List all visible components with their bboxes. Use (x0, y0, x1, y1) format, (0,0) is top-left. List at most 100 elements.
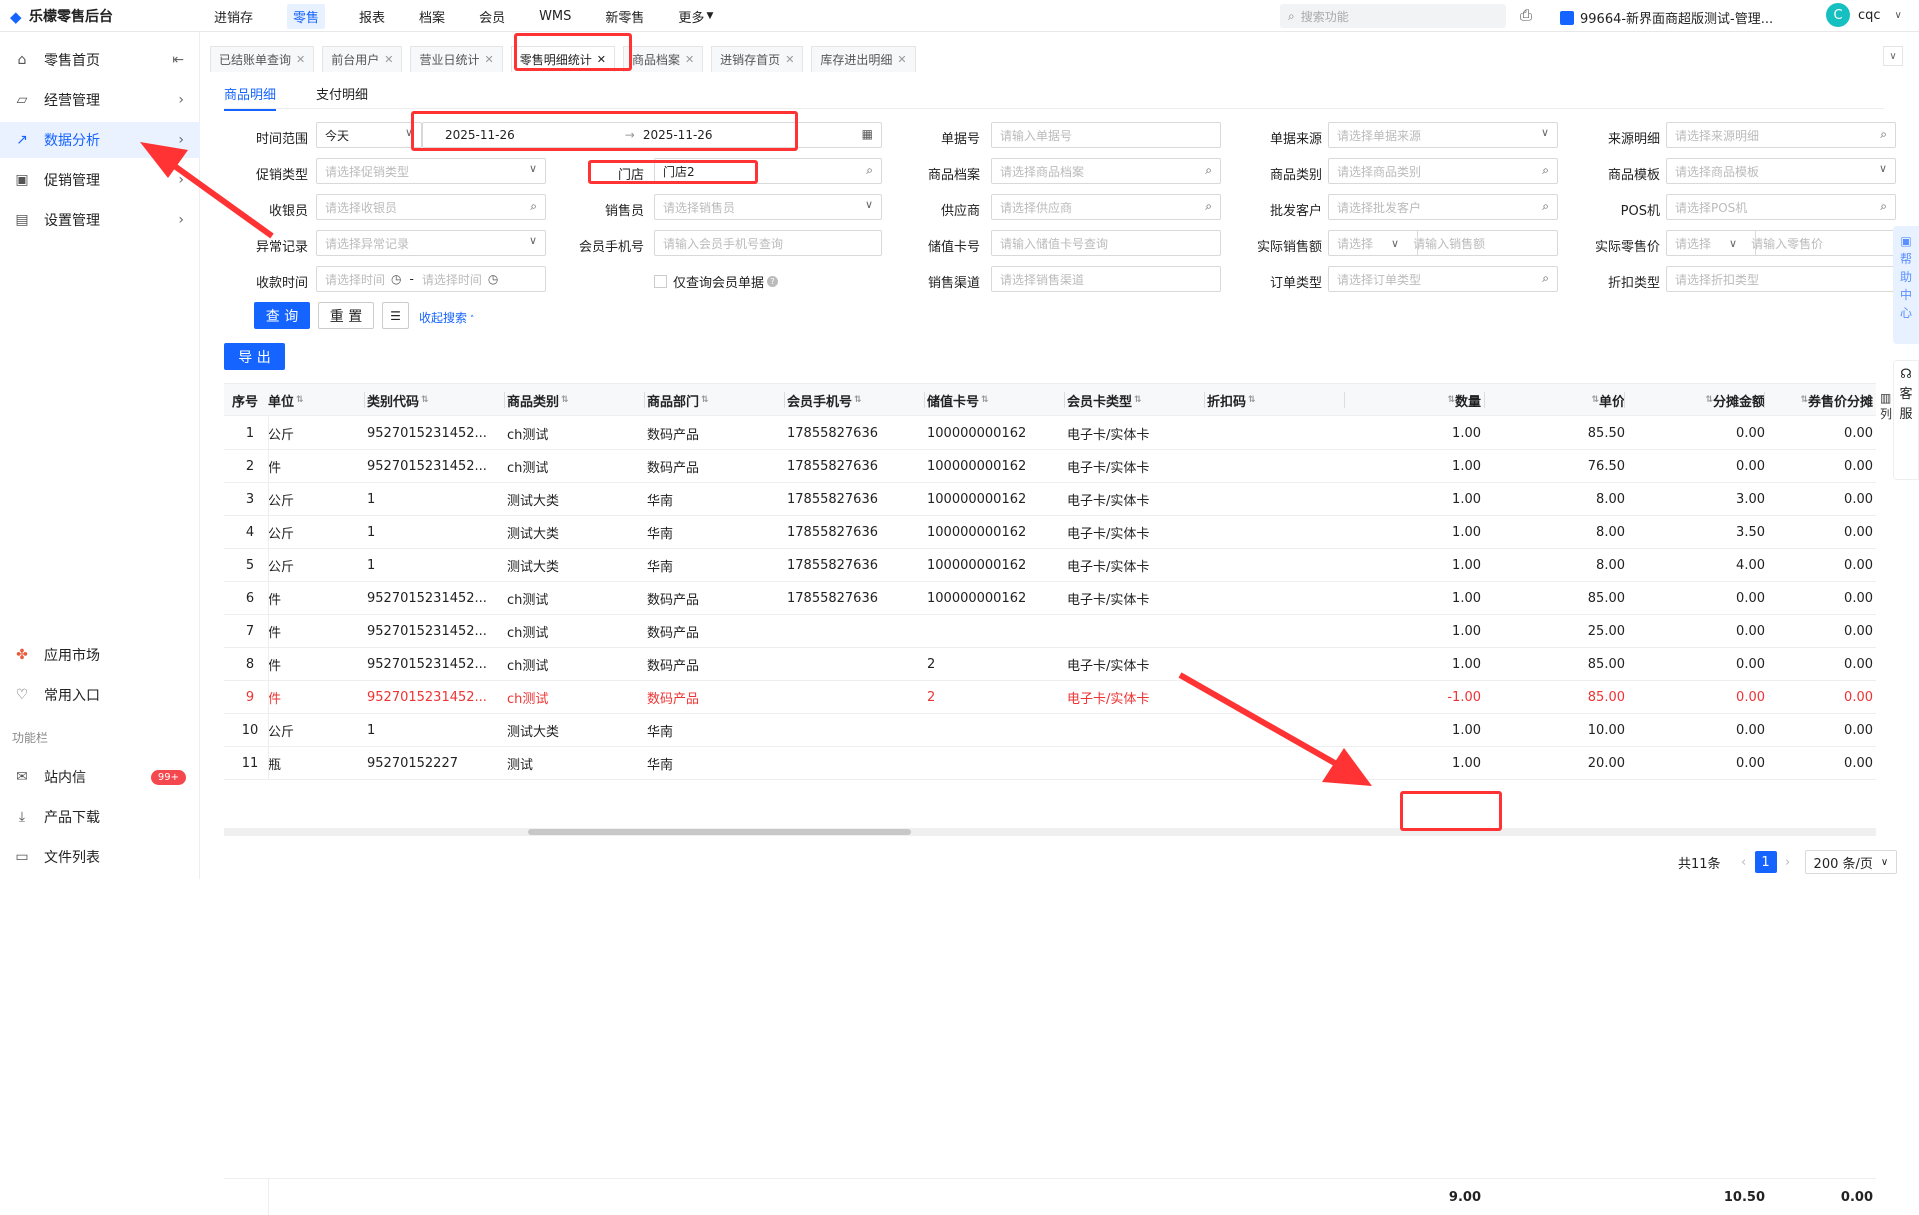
query-button[interactable]: 查 询 (254, 302, 310, 329)
app-logo[interactable]: ◆ 乐檬零售后台 (10, 6, 113, 26)
time-range-select[interactable]: 今天 ∨ (316, 122, 422, 148)
printer-icon[interactable]: ⎙ (1520, 6, 1532, 24)
discount-type-select[interactable]: 请选择折扣类型 (1666, 266, 1896, 292)
table-row[interactable]: 1 公斤 9527015231452... ch测试 数码产品 17855827636 10… (224, 417, 1876, 450)
table-row[interactable]: 11 瓶 95270152227 测试 华南 1.00 20.00 0.00 0.00 (224, 747, 1876, 780)
col-header-department[interactable]: 商品部门 ⇅ (647, 384, 787, 416)
table-row[interactable]: 4 公斤 1 测试大类 华南 17855827636 100000000162 电子卡/实体卡… (224, 516, 1876, 549)
close-icon[interactable]: ✕ (296, 53, 305, 66)
col-header-category[interactable]: 商品类别 ⇅ (507, 384, 647, 416)
reset-button[interactable]: 重 置 (318, 302, 374, 329)
tab-settled-bills[interactable]: 已结账单查询 ✕ (210, 46, 315, 72)
sidebar-item-retail-home[interactable]: ⌂ 零售首页 ⇤ (0, 42, 200, 78)
horizontal-scrollbar[interactable] (224, 828, 1876, 836)
next-page-button[interactable]: › (1777, 851, 1799, 873)
close-icon[interactable]: ✕ (897, 53, 906, 66)
table-row[interactable]: 6 件 9527015231452... ch测试 数码产品 17855827636 100… (224, 582, 1876, 615)
sidebar-item-operations[interactable]: ▱ 经营管理 › (0, 82, 200, 118)
page-size-select[interactable]: 200 条/页 ∨ (1804, 850, 1898, 874)
topnav-wms[interactable]: WMS (528, 0, 582, 32)
supplier-select[interactable]: 请选择供应商 ⌕ (991, 194, 1221, 220)
page-button[interactable]: 1 (1754, 851, 1777, 873)
sort-icon[interactable]: ⇅ (296, 395, 304, 405)
sort-icon[interactable]: ⇅ (1248, 395, 1256, 405)
channel-select[interactable]: 请选择销售渠道 (991, 266, 1221, 292)
sidebar-item-file-list[interactable]: ▭ 文件列表 (0, 839, 200, 875)
pay-time-range[interactable]: 请选择时间 ◷ - 请选择时间 ◷ (316, 266, 546, 292)
col-header-seq[interactable]: 序号 (232, 384, 268, 416)
category-select[interactable]: 请选择商品类别 ⌕ (1328, 158, 1558, 184)
goods-archive-select[interactable]: 请选择商品档案 ⌕ (991, 158, 1221, 184)
collapse-sidebar-icon[interactable]: ⇤ (172, 52, 184, 68)
sort-icon[interactable]: ⇅ (854, 395, 862, 405)
table-row[interactable]: 9 件 9527015231452... ch测试 数码产品 2 电子卡/实体卡 -1.00 8… (224, 681, 1876, 714)
actual-price-filter[interactable]: 请选择 ∨ 请输入零售价 (1666, 230, 1896, 256)
subtab-payment-detail[interactable]: 支付明细 (316, 84, 368, 111)
topnav-member[interactable]: 会员 (468, 0, 516, 32)
close-icon[interactable]: ✕ (484, 53, 493, 66)
sort-icon[interactable]: ⇅ (701, 395, 709, 405)
sort-icon[interactable]: ⇅ (1447, 395, 1455, 405)
global-search-input[interactable]: ⌕ 搜索功能 (1280, 4, 1506, 28)
tab-front-users[interactable]: 前台用户 ✕ (322, 46, 403, 72)
promo-type-select[interactable]: 请选择促销类型 ∨ (316, 158, 546, 184)
tab-goods-archive[interactable]: 商品档案 ✕ (622, 46, 704, 72)
source-detail-select[interactable]: 请选择来源明细 ⌕ (1666, 122, 1896, 148)
pos-select[interactable]: 请选择POS机 ⌕ (1666, 194, 1896, 220)
col-header-alloc[interactable]: ⇅ 分摊金额 (1627, 384, 1765, 416)
close-icon[interactable]: ✕ (685, 53, 694, 66)
tab-collapse-button[interactable]: ∨ (1883, 46, 1903, 66)
close-icon[interactable]: ✕ (785, 53, 794, 66)
member-phone-input[interactable]: 请输入会员手机号查询 (654, 230, 882, 256)
store-selector[interactable]: 99664-新界面商超版测试-管理... (1560, 8, 1773, 27)
prev-page-button[interactable]: ‹ (1733, 851, 1755, 873)
bill-no-input[interactable]: 请输入单据号 (991, 122, 1221, 148)
col-header-qty[interactable]: ⇅ 数量 (1347, 384, 1481, 416)
sidebar-item-data-analysis[interactable]: ↗ 数据分析 › (0, 122, 200, 158)
col-header-card-type[interactable]: 会员卡类型 ⇅ (1067, 384, 1207, 416)
col-header-coupon[interactable]: ⇅ 券售价分摊 (1767, 384, 1873, 416)
bill-source-select[interactable]: 请选择单据来源 ∨ (1328, 122, 1558, 148)
sort-icon[interactable]: ⇅ (1800, 395, 1808, 405)
close-icon[interactable]: ✕ (384, 53, 393, 66)
customer-service-button[interactable]: ☊ 客服 (1893, 360, 1919, 480)
sidebar-item-downloads[interactable]: ⤓ 产品下载 (0, 799, 200, 835)
sort-icon[interactable]: ⇅ (981, 395, 989, 405)
sidebar-item-promotion[interactable]: ▣ 促销管理 › (0, 162, 200, 198)
abnormal-select[interactable]: 请选择异常记录 ∨ (316, 230, 546, 256)
sort-icon[interactable]: ⇅ (1591, 395, 1599, 405)
member-only-checkbox[interactable]: 仅查询会员单据? (654, 272, 779, 291)
topnav-report[interactable]: 报表 (348, 0, 396, 32)
column-settings-button[interactable]: ▥ 列 (1880, 391, 1892, 422)
user-menu[interactable]: Ccqc ∨ (1826, 3, 1902, 27)
salesperson-select[interactable]: 请选择销售员 ∨ (654, 194, 882, 220)
tab-stock-io[interactable]: 库存进出明细 ✕ (811, 46, 916, 72)
export-button[interactable]: 导 出 (224, 343, 285, 370)
topnav-new-retail[interactable]: 新零售 (594, 0, 655, 32)
filter-settings-button[interactable]: ☰ (382, 302, 409, 329)
checkbox[interactable] (654, 275, 667, 288)
topnav-inventory[interactable]: 进销存 (203, 0, 264, 32)
collapse-search-link[interactable]: 收起搜索 ˄ (419, 309, 474, 326)
table-row[interactable]: 10 公斤 1 测试大类 华南 1.00 10.00 0.00 0.00 (224, 714, 1876, 747)
help-icon[interactable]: ? (767, 276, 779, 287)
topnav-retail[interactable]: 零售 (276, 0, 336, 32)
table-row[interactable]: 7 件 9527015231452... ch测试 数码产品 1.00 25.00 0.00 0… (224, 615, 1876, 648)
table-row[interactable]: 2 件 9527015231452... ch测试 数码产品 17855827636 100… (224, 450, 1876, 483)
tab-inventory-home[interactable]: 进销存首页 ✕ (711, 46, 804, 72)
table-row[interactable]: 3 公斤 1 测试大类 华南 17855827636 100000000162 电子卡/实体卡… (224, 483, 1876, 516)
wholesale-select[interactable]: 请选择批发客户 ⌕ (1328, 194, 1558, 220)
col-header-member-phone[interactable]: 会员手机号 ⇅ (787, 384, 927, 416)
col-header-unit[interactable]: 单位 ⇅ (268, 384, 378, 416)
col-header-stored-card[interactable]: 储值卡号 ⇅ (927, 384, 1067, 416)
help-center-button[interactable]: ▣ 帮助中心 (1893, 226, 1919, 344)
stored-card-input[interactable]: 请输入储值卡号查询 (991, 230, 1221, 256)
sort-icon[interactable]: ⇅ (421, 395, 429, 405)
topnav-archive[interactable]: 档案 (408, 0, 456, 32)
col-header-category-code[interactable]: 类别代码 ⇅ (367, 384, 507, 416)
sidebar-item-app-market[interactable]: ✤ 应用市场 (0, 637, 200, 673)
sidebar-item-settings[interactable]: ▤ 设置管理 › (0, 202, 200, 238)
template-select[interactable]: 请选择商品模板 ∨ (1666, 158, 1896, 184)
table-row[interactable]: 8 件 9527015231452... ch测试 数码产品 2 电子卡/实体卡 1.00 85… (224, 648, 1876, 681)
tab-business-day[interactable]: 营业日统计 ✕ (410, 46, 503, 72)
